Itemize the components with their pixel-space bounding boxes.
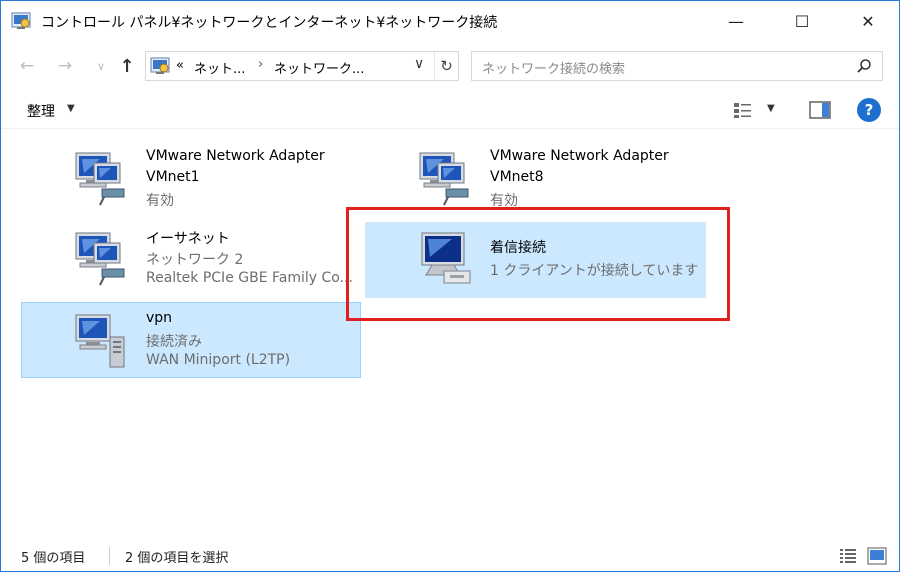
view-options-dropdown-icon[interactable]: ▼ (767, 103, 775, 114)
control-panel-icon (150, 57, 170, 74)
search-placeholder: ネットワーク接続の検索 (482, 62, 626, 77)
recent-locations-button[interactable]: ∨ (89, 55, 113, 77)
status-divider (109, 547, 110, 565)
breadcrumb-item[interactable]: ネット... (194, 58, 245, 77)
network-adapter-icon (419, 152, 469, 206)
explorer-window: コントロール パネル¥ネットワークとインターネット¥ネットワーク接続 — ☐ ✕… (0, 0, 900, 572)
connection-network: ネットワーク 2 (146, 252, 244, 268)
highlight-annotation (346, 207, 730, 321)
address-bar[interactable]: « ネット... › ネットワーク... ∨ ↻ (145, 51, 459, 81)
connection-name: イーサネット (146, 231, 230, 247)
connection-status: 有効 (146, 193, 174, 209)
minimize-button[interactable]: — (713, 1, 759, 41)
connection-vpn[interactable]: vpn 接続済み WAN Miniport (L2TP) (21, 302, 361, 378)
connection-device: VMnet1 (146, 169, 200, 185)
change-view-icon[interactable] (733, 101, 753, 119)
command-bar: 整理 ▼ ▼ ? (1, 91, 899, 129)
connections-list: VMware Network Adapter VMnet1 有効 VMware … (1, 130, 899, 530)
control-panel-icon (11, 12, 31, 29)
help-button[interactable]: ? (857, 98, 881, 122)
breadcrumb-overflow[interactable]: « (176, 58, 184, 73)
connection-vmnet1[interactable]: VMware Network Adapter VMnet1 有効 (21, 140, 361, 214)
large-icons-view-icon[interactable] (867, 547, 887, 565)
window-title: コントロール パネル¥ネットワークとインターネット¥ネットワーク接続 (41, 15, 498, 31)
close-button[interactable]: ✕ (845, 1, 891, 41)
chevron-down-icon[interactable]: ▼ (67, 103, 75, 114)
connection-device: WAN Miniport (L2TP) (146, 352, 291, 368)
maximize-button[interactable]: ☐ (779, 1, 825, 41)
vpn-connection-icon (75, 314, 125, 368)
connection-status: 接続済み (146, 334, 202, 350)
selection-count: 2 個の項目を選択 (125, 551, 229, 566)
status-bar: 5 個の項目 2 個の項目を選択 (1, 541, 899, 571)
preview-pane-icon[interactable] (809, 101, 831, 119)
connection-name: vpn (146, 310, 173, 326)
organize-menu-button[interactable]: 整理 (27, 101, 55, 121)
title-bar[interactable]: コントロール パネル¥ネットワークとインターネット¥ネットワーク接続 — ☐ ✕ (1, 1, 899, 41)
network-adapter-icon (75, 232, 125, 286)
navigation-bar: ← → ∨ ↑ « ネット... › ネットワーク... ∨ ↻ ネットワーク接… (1, 47, 899, 85)
connection-ethernet[interactable]: イーサネット ネットワーク 2 Realtek PCIe GBE Family … (21, 220, 361, 294)
connection-device: Realtek PCIe GBE Family Co... (146, 270, 353, 286)
connection-device: VMnet8 (490, 169, 544, 185)
search-icon[interactable] (856, 58, 872, 74)
item-count: 5 個の項目 (21, 551, 86, 566)
network-adapter-icon (75, 152, 125, 206)
details-view-icon[interactable] (839, 548, 857, 564)
breadcrumb-item[interactable]: ネットワーク... (274, 58, 364, 77)
refresh-button[interactable]: ↻ (434, 52, 458, 80)
search-input[interactable]: ネットワーク接続の検索 (471, 51, 883, 81)
address-dropdown-icon[interactable]: ∨ (414, 56, 424, 72)
up-button[interactable]: ↑ (115, 55, 139, 77)
forward-button[interactable]: → (53, 55, 77, 77)
breadcrumb-chevron-icon[interactable]: › (258, 57, 263, 72)
back-button[interactable]: ← (15, 55, 39, 77)
connection-name: VMware Network Adapter (146, 148, 325, 164)
connection-name: VMware Network Adapter (490, 148, 669, 164)
connection-vmnet8[interactable]: VMware Network Adapter VMnet8 有効 (365, 140, 705, 214)
